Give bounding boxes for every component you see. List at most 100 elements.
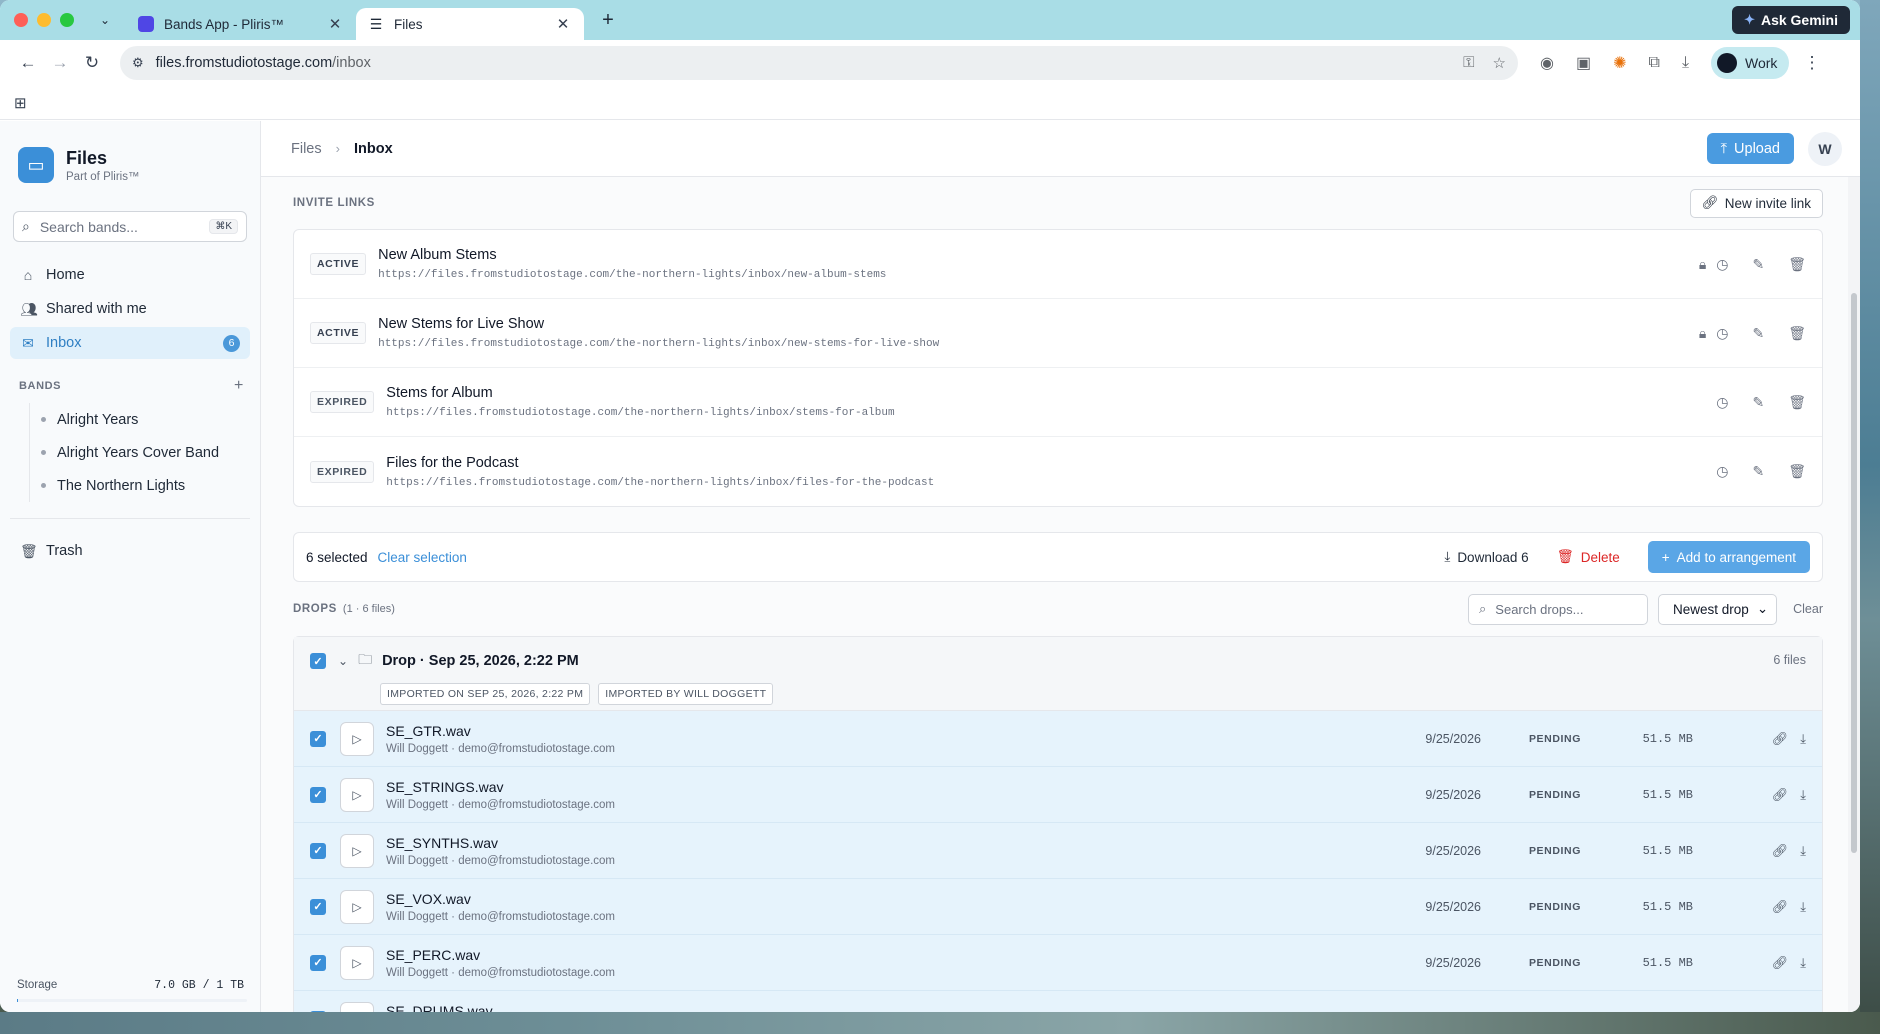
collapse-chevron-icon[interactable]: ⌄: [338, 654, 348, 668]
new-invite-link-button[interactable]: 🔗︎ New invite link: [1689, 188, 1823, 218]
copy-link-icon[interactable]: 🔗︎: [1772, 731, 1789, 747]
invite-link-url[interactable]: https://files.fromstudiotostage.com/the-…: [378, 269, 886, 281]
file-select-checkbox[interactable]: ✓: [310, 1010, 326, 1012]
reload-icon[interactable]: ↻: [76, 53, 108, 73]
edit-pencil-icon[interactable]: ✎: [1752, 394, 1764, 411]
sidebar-item-inbox[interactable]: ✉ Inbox 6: [10, 327, 250, 359]
sort-select[interactable]: Newest drop ⌄: [1658, 593, 1778, 625]
add-band-plus-icon[interactable]: +: [234, 377, 244, 395]
tab-search-chevron-icon[interactable]: ⌄: [96, 13, 114, 27]
address-bar[interactable]: ⚙ files.fromstudiotostage.com/inbox ⚿ ☆: [120, 46, 1518, 80]
tab-files[interactable]: ☰ Files ✕: [356, 8, 584, 40]
apps-grid-icon[interactable]: ⊞: [14, 94, 27, 112]
lock-icon[interactable]: 🔒︎: [1699, 256, 1706, 273]
file-select-checkbox[interactable]: ✓: [310, 842, 326, 859]
download-icon[interactable]: ⤓: [1800, 899, 1806, 915]
table-row[interactable]: ✓ ▷ SE_GTR.wav Will Doggett · demo@fromstud…: [294, 711, 1822, 767]
copy-link-icon[interactable]: 🔗︎: [1772, 899, 1789, 915]
trash-icon[interactable]: 🗑︎: [1788, 325, 1806, 342]
scrollbar-thumb[interactable]: [1851, 293, 1857, 853]
clock-icon[interactable]: ◷: [1716, 256, 1728, 273]
camera-icon[interactable]: ▣: [1576, 53, 1591, 73]
download-icon[interactable]: ⤓: [1800, 843, 1806, 859]
play-button[interactable]: ▷: [340, 833, 374, 868]
copy-link-icon[interactable]: 🔗︎: [1772, 1011, 1789, 1013]
play-button[interactable]: ▷: [340, 1001, 374, 1012]
drop-file-count: 6 files: [1773, 653, 1806, 667]
copy-link-icon[interactable]: 🔗︎: [1772, 955, 1789, 971]
copy-link-icon[interactable]: 🔗︎: [1772, 787, 1789, 803]
clear-selection-link[interactable]: Clear selection: [378, 550, 467, 565]
download-icon[interactable]: ⤓: [1800, 731, 1806, 747]
download-icon[interactable]: ⤓: [1800, 955, 1806, 971]
site-settings-icon[interactable]: ⚙: [132, 55, 144, 71]
drop-search-input[interactable]: ⌕ Search drops...: [1468, 593, 1649, 625]
claude-sunburst-icon[interactable]: ✺: [1613, 53, 1626, 73]
table-row[interactable]: ✓ ▷ SE_DRUMS.wavWill Doggett · demo@fromst…: [294, 991, 1822, 1012]
ask-gemini-button[interactable]: ✦ Ask Gemini: [1732, 6, 1850, 34]
play-button[interactable]: ▷: [340, 721, 374, 756]
edit-pencil-icon[interactable]: ✎: [1752, 256, 1764, 273]
band-item[interactable]: Alright Years: [41, 403, 260, 436]
new-tab-plus-icon[interactable]: +: [596, 9, 620, 32]
download-selected-button[interactable]: ⤓ Download 6: [1444, 549, 1528, 565]
upload-button[interactable]: ⤒ Upload: [1706, 133, 1794, 164]
play-button[interactable]: ▷: [340, 889, 374, 924]
play-button[interactable]: ▷: [340, 777, 374, 812]
tab-bands-app[interactable]: Bands App - Pliris™ ✕: [126, 8, 356, 40]
clock-icon[interactable]: ◷: [1716, 463, 1728, 480]
password-key-icon[interactable]: ⚿: [1463, 54, 1474, 72]
invite-link-url[interactable]: https://files.fromstudiotostage.com/the-…: [386, 407, 894, 419]
download-icon[interactable]: ⤓: [1800, 1011, 1806, 1013]
maximize-window-button[interactable]: [60, 13, 74, 27]
sidebar-item-shared[interactable]: 👥︎ Shared with me: [10, 293, 250, 325]
band-search-input[interactable]: ⌕ Search bands... ⌘K: [13, 211, 247, 242]
copy-link-icon[interactable]: 🔗︎: [1772, 843, 1789, 859]
file-status: PENDING: [1528, 956, 1581, 969]
avatar[interactable]: W: [1808, 131, 1842, 166]
close-window-button[interactable]: [14, 13, 28, 27]
trash-icon[interactable]: 🗑︎: [1788, 463, 1806, 480]
table-row[interactable]: ✓ ▷ SE_PERC.wav Will Doggett · demo@fromstu…: [294, 935, 1822, 991]
downloads-icon[interactable]: ⤓: [1682, 54, 1689, 72]
edit-pencil-icon[interactable]: ✎: [1752, 325, 1764, 342]
extensions-puzzle-icon[interactable]: ⧉: [1649, 54, 1660, 72]
invite-link-url[interactable]: https://files.fromstudiotostage.com/the-…: [386, 477, 934, 489]
profile-button[interactable]: Work: [1711, 47, 1790, 79]
file-select-checkbox[interactable]: ✓: [310, 954, 326, 971]
clock-icon[interactable]: ◷: [1716, 325, 1728, 342]
delete-selected-button[interactable]: 🗑︎ Delete: [1557, 549, 1620, 565]
invite-link-url[interactable]: https://files.fromstudiotostage.com/the-…: [378, 338, 939, 350]
browser-menu-kebab-icon[interactable]: ⋮: [1803, 53, 1820, 73]
band-item[interactable]: The Northern Lights: [41, 469, 260, 502]
minimize-window-button[interactable]: [37, 13, 51, 27]
edit-pencil-icon[interactable]: ✎: [1752, 463, 1764, 480]
trash-icon[interactable]: 🗑︎: [1788, 394, 1806, 411]
back-arrow-icon[interactable]: ←: [12, 53, 44, 73]
file-select-checkbox[interactable]: ✓: [310, 898, 326, 915]
clear-drops-button[interactable]: Clear: [1793, 602, 1823, 616]
close-tab-icon[interactable]: ✕: [326, 15, 344, 33]
band-item[interactable]: Alright Years Cover Band: [41, 436, 260, 469]
close-tab-icon[interactable]: ✕: [554, 15, 572, 33]
breadcrumb-files[interactable]: Files: [291, 141, 322, 157]
file-select-checkbox[interactable]: ✓: [310, 730, 326, 747]
forward-arrow-icon[interactable]: →: [44, 53, 76, 73]
status-badge: ACTIVE: [310, 322, 367, 344]
table-row[interactable]: ✓ ▷ SE_STRINGS.wav Will Doggett · demo@from…: [294, 767, 1822, 823]
add-to-arrangement-button[interactable]: + Add to arrangement: [1647, 541, 1810, 573]
sidebar-item-trash[interactable]: 🗑︎ Trash: [10, 535, 250, 567]
download-icon[interactable]: ⤓: [1800, 787, 1806, 803]
extension-one-icon[interactable]: ◉: [1540, 53, 1554, 73]
file-select-checkbox[interactable]: ✓: [310, 786, 326, 803]
table-row[interactable]: ✓ ▷ SE_SYNTHS.wav Will Doggett · demo@froms…: [294, 823, 1822, 879]
trash-icon[interactable]: 🗑︎: [1788, 256, 1806, 273]
play-button[interactable]: ▷: [340, 945, 374, 980]
main-scrollbar[interactable]: [1848, 177, 1860, 1012]
lock-icon[interactable]: 🔒︎: [1699, 325, 1706, 342]
table-row[interactable]: ✓ ▷ SE_VOX.wav Will Doggett · demo@fromstud…: [294, 879, 1822, 935]
bookmark-star-icon[interactable]: ☆: [1493, 54, 1506, 72]
sidebar-item-home[interactable]: ⌂ Home: [10, 259, 250, 291]
drop-select-checkbox[interactable]: ✓: [310, 653, 326, 669]
clock-icon[interactable]: ◷: [1716, 394, 1728, 411]
